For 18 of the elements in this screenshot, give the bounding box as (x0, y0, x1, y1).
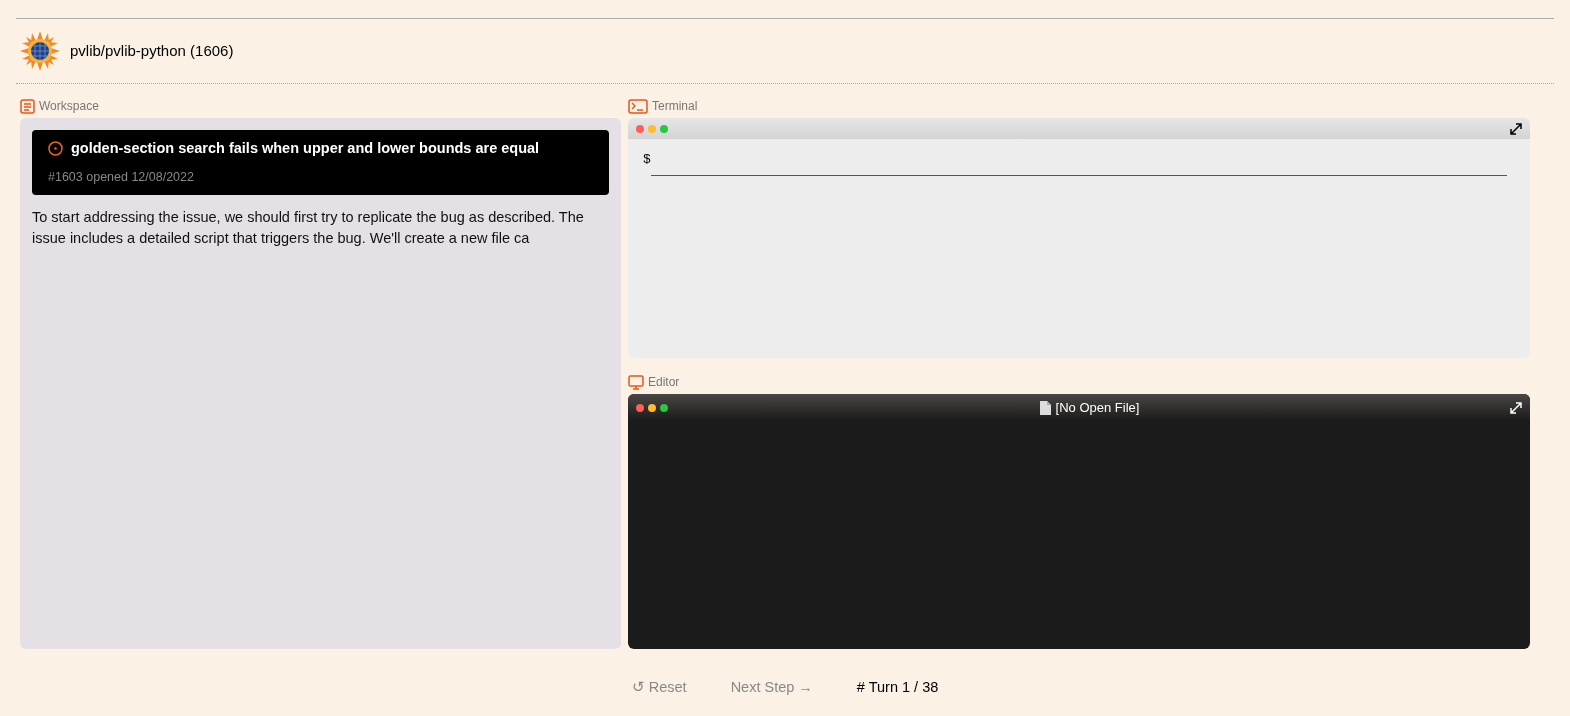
terminal-icon (628, 98, 648, 114)
repo-title: pvlib/pvlib-python (1606) (70, 40, 234, 61)
issue-meta: #1603 opened 12/08/2022 (48, 168, 195, 186)
file-icon (1038, 399, 1052, 416)
sun-logo-icon (20, 31, 60, 71)
issue-status-icon (48, 141, 63, 157)
terminal-prompt: $ (643, 152, 651, 167)
issue-title: golden-section search fails when upper and lower bounds are equal (71, 139, 540, 158)
terminal-input-line[interactable] (651, 175, 1507, 176)
document-icon (20, 98, 35, 114)
panel-label: Workspace (39, 98, 99, 115)
panel-label: Editor (648, 374, 680, 391)
editor-file-title: [No Open File] (1055, 398, 1140, 417)
turn-counter: # Turn 1 / 38 (856, 678, 939, 697)
expand-icon[interactable] (1510, 122, 1522, 135)
monitor-icon (628, 374, 644, 390)
panel-label: Terminal (652, 98, 698, 115)
agent-message: To start addressing the issue, we should first try to replicate the bug as described. The issue includes a detailed script that triggers the bug. We'll create a new file ca (32, 207, 585, 248)
